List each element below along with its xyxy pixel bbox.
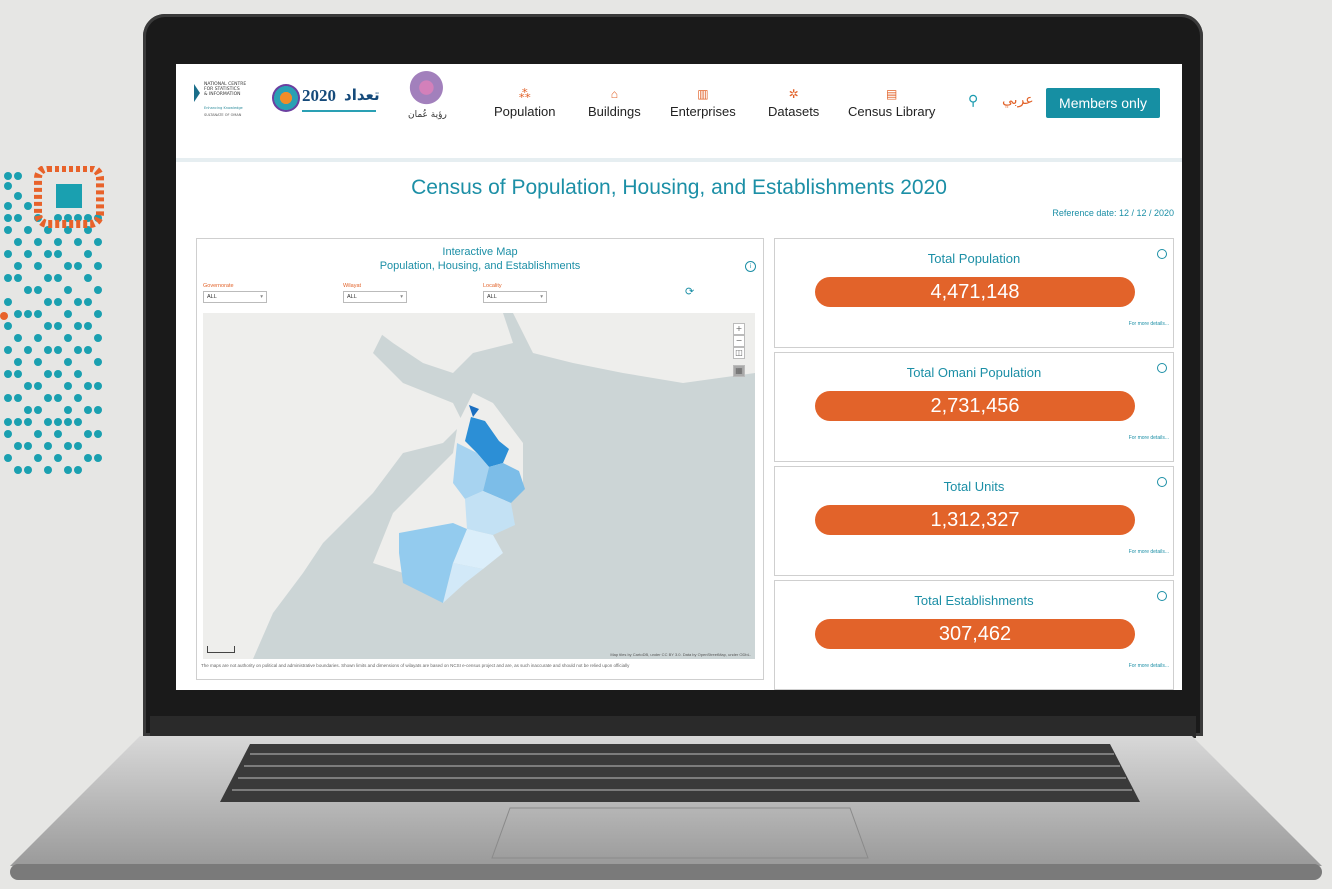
laptop-hinge (150, 716, 1196, 738)
more-details-link[interactable]: For more details... (1129, 549, 1169, 555)
nav-buildings-label: Buildings (588, 104, 641, 119)
info-icon[interactable] (1157, 477, 1167, 487)
more-details-link[interactable]: For more details... (1129, 321, 1169, 327)
map-attribution: Map tiles by CartoDB, under CC BY 3.0. D… (610, 652, 751, 657)
laptop-keyboard-base (10, 736, 1322, 880)
population-icon: ⁂ (518, 87, 531, 101)
governorate-filter: Governorate ALL ▾ (203, 283, 267, 303)
governorate-select[interactable]: ALL ▾ (203, 291, 267, 303)
datasets-icon: ✲ (788, 87, 799, 101)
language-switch[interactable]: عربي (1002, 92, 1034, 108)
total-units-card: Total Units 1,312,327 For more details..… (774, 466, 1174, 576)
card-title: Total Omani Population (906, 365, 1042, 380)
info-icon[interactable] (1157, 591, 1167, 601)
map-info-icon[interactable]: i (745, 261, 756, 272)
locality-filter-label: Locality (483, 283, 502, 289)
zoom-in-button[interactable]: + (733, 323, 745, 335)
ncsi-logo-text: NATIONAL CENTRE FOR STATISTICS & INFORMA… (204, 82, 247, 97)
census-logo-year: 2020 (302, 86, 336, 105)
nav-population[interactable]: ⁂ Population (494, 86, 555, 119)
ncsi-logo-mark (194, 84, 200, 102)
census-emblem-icon (272, 84, 300, 112)
members-only-button[interactable]: Members only (1046, 88, 1160, 118)
map-title: Interactive Map Population, Housing, and… (197, 245, 763, 273)
vision-logo-text: رؤية عُمان (408, 110, 447, 120)
map-title-line1: Interactive Map (442, 246, 518, 258)
governorate-select-value: ALL (207, 294, 217, 300)
more-details-link[interactable]: For more details... (1129, 663, 1169, 669)
map-scale-bar (207, 646, 235, 653)
oman-vision-logo[interactable]: رؤية عُمان (388, 70, 452, 126)
map-canvas[interactable]: + − ◫ ▦ Map tiles by CartoDB, under CC B… (203, 313, 755, 659)
locality-select[interactable]: ALL ▾ (483, 291, 547, 303)
card-value: 4,471,148 (815, 277, 1135, 307)
nav-census-library[interactable]: ▤ Census Library (848, 86, 935, 119)
qr-code-decoration (0, 166, 104, 474)
nav-datasets-label: Datasets (768, 104, 820, 119)
total-establishments-card: Total Establishments 307,462 For more de… (774, 580, 1174, 690)
zoom-box-icon[interactable]: ◫ (733, 347, 745, 359)
card-value: 1,312,327 (815, 505, 1135, 535)
ncsi-logo-country: SULTANATE OF OMAN (204, 113, 242, 117)
card-title: Total Population (927, 251, 1021, 266)
vision-logo-mark (388, 70, 452, 114)
nav-buildings[interactable]: ⌂ Buildings (588, 86, 641, 119)
library-icon: ▤ (886, 87, 898, 101)
nav-population-label: Population (494, 104, 556, 119)
interactive-map-panel: Interactive Map Population, Housing, and… (196, 238, 764, 680)
map-title-line2: Population, Housing, and Establishments (379, 260, 581, 272)
locality-select-value: ALL (487, 294, 497, 300)
layers-icon[interactable]: ▦ (733, 365, 745, 377)
refresh-icon[interactable]: ⟳ (685, 285, 694, 298)
info-icon[interactable] (1157, 363, 1167, 373)
card-title: Total Establishments (914, 593, 1034, 608)
map-graphic (203, 313, 755, 659)
census-logo-arabic: تعداد (344, 86, 380, 104)
locality-filter: Locality ALL ▾ (483, 283, 547, 303)
info-icon[interactable] (1157, 249, 1167, 259)
page-title: Census of Population, Housing, and Estab… (411, 176, 947, 199)
chevron-down-icon: ▾ (540, 294, 543, 300)
census-logo-underline (302, 110, 376, 112)
enterprises-icon: ▥ (697, 87, 709, 101)
site-header: NATIONAL CENTRE FOR STATISTICS & INFORMA… (176, 64, 1182, 162)
zoom-out-button[interactable]: − (733, 335, 745, 347)
card-value: 2,731,456 (815, 391, 1135, 421)
total-omani-population-card: Total Omani Population 2,731,456 For mor… (774, 352, 1174, 462)
ncsi-logo[interactable]: NATIONAL CENTRE FOR STATISTICS & INFORMA… (194, 80, 266, 120)
wilayat-select-value: ALL (347, 294, 357, 300)
wilayat-filter-label: Wilayat (343, 283, 362, 289)
nav-census-library-label: Census Library (848, 104, 936, 119)
buildings-icon: ⌂ (610, 87, 618, 101)
census-2020-logo[interactable]: 2020 تعداد (272, 82, 380, 120)
wilayat-filter: Wilayat ALL ▾ (343, 283, 407, 303)
wilayat-select[interactable]: ALL ▾ (343, 291, 407, 303)
nav-enterprises[interactable]: ▥ Enterprises (670, 86, 736, 119)
chevron-down-icon: ▾ (260, 294, 263, 300)
nav-enterprises-label: Enterprises (670, 104, 736, 119)
card-title: Total Units (943, 479, 1005, 494)
nav-datasets[interactable]: ✲ Datasets (768, 86, 819, 119)
search-icon[interactable]: ⚲ (968, 93, 978, 109)
chevron-down-icon: ▾ (400, 294, 403, 300)
card-value: 307,462 (815, 619, 1135, 649)
browser-screen: NATIONAL CENTRE FOR STATISTICS & INFORMA… (176, 64, 1182, 690)
total-population-card: Total Population 4,471,148 For more deta… (774, 238, 1174, 348)
ncsi-logo-tagline: Enhancing Knowledge (204, 106, 243, 110)
more-details-link[interactable]: For more details... (1129, 435, 1169, 441)
map-disclaimer: The maps are not authority on political … (201, 663, 630, 668)
reference-date: Reference date: 12 / 12 / 2020 (1052, 208, 1174, 218)
governorate-filter-label: Governorate (203, 283, 234, 289)
